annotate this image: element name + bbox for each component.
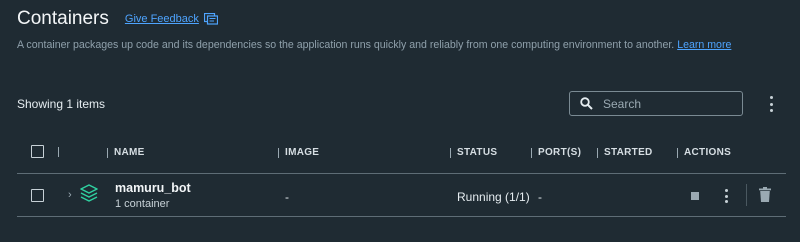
column-expand-separator xyxy=(58,147,65,157)
status-value: Running (1/1) xyxy=(457,190,530,204)
select-all-checkbox[interactable] xyxy=(31,145,44,158)
page-title: Containers xyxy=(17,8,109,29)
give-feedback-label[interactable]: Give Feedback xyxy=(125,13,199,25)
stop-icon[interactable] xyxy=(691,192,699,200)
stack-icon xyxy=(80,184,98,202)
more-options-button[interactable] xyxy=(764,96,778,112)
kebab-icon xyxy=(769,96,773,99)
chevron-right-icon[interactable]: › xyxy=(68,189,72,201)
table-row[interactable]: › mamuru_bot 1 container - Running (1/1)… xyxy=(17,175,786,217)
trash-icon[interactable] xyxy=(759,187,771,202)
row-more-button[interactable] xyxy=(722,189,730,203)
give-feedback-link[interactable]: Give Feedback xyxy=(125,13,218,25)
actions-divider xyxy=(746,184,747,206)
learn-more-link[interactable]: Learn more xyxy=(677,39,731,51)
column-ports[interactable]: PORT(S) xyxy=(531,147,581,158)
table-header: NAME IMAGE STATUS PORT(S) STARTED ACTION… xyxy=(17,136,786,174)
column-name[interactable]: NAME xyxy=(107,147,145,158)
column-image[interactable]: IMAGE xyxy=(278,147,319,158)
column-status[interactable]: STATUS xyxy=(450,147,497,158)
feedback-icon[interactable] xyxy=(203,13,218,25)
page-header: Containers Give Feedback xyxy=(17,8,218,30)
container-name[interactable]: mamuru_bot xyxy=(115,181,191,195)
search-box[interactable] xyxy=(569,91,743,116)
column-started[interactable]: STARTED xyxy=(597,147,653,158)
container-count: 1 container xyxy=(115,198,170,210)
search-icon xyxy=(580,97,593,110)
search-input[interactable] xyxy=(603,96,733,111)
ports-value: - xyxy=(538,190,542,204)
kebab-icon xyxy=(724,189,728,192)
description-text: A container packages up code and its dep… xyxy=(17,39,675,51)
image-value: - xyxy=(285,190,289,204)
page-description: A container packages up code and its dep… xyxy=(17,39,731,51)
column-actions: ACTIONS xyxy=(677,147,731,158)
row-checkbox[interactable] xyxy=(31,189,44,202)
items-count: Showing 1 items xyxy=(17,97,106,111)
